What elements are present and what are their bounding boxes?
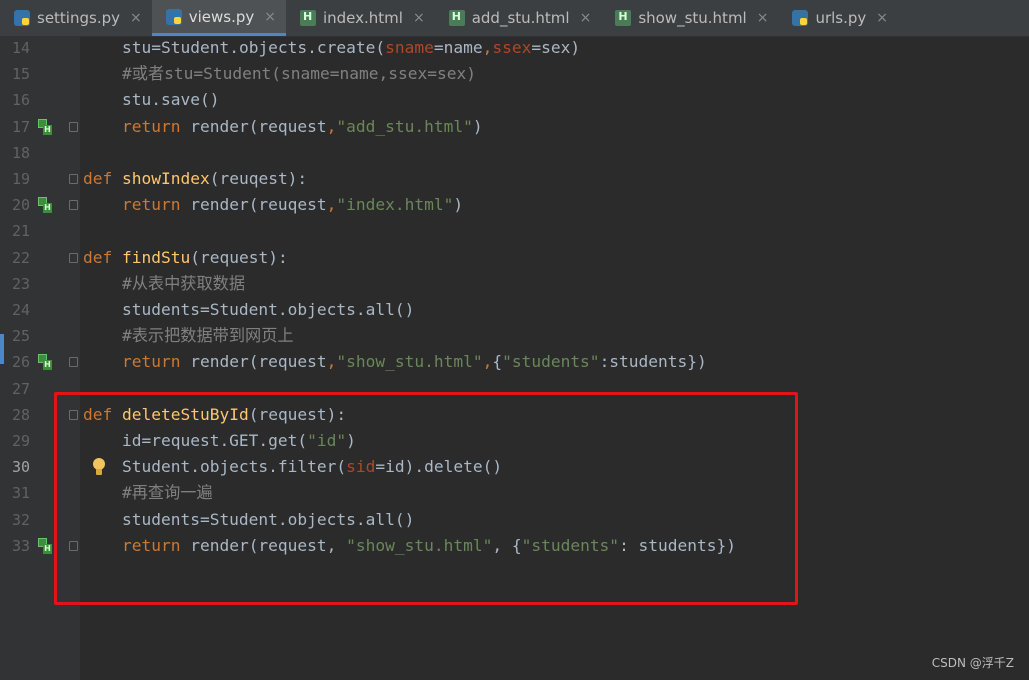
code-line[interactable]: 24 students=Student.objects.all() (0, 297, 1029, 323)
python-file-icon (165, 8, 182, 25)
tab-label: settings.py (37, 9, 120, 27)
line-number: 33 (11, 536, 30, 555)
tab-settings-py[interactable]: settings.py × (0, 0, 152, 36)
code-line[interactable]: 25 #表示把数据带到网页上 (0, 323, 1029, 349)
line-number: 14 (11, 39, 30, 57)
close-icon[interactable]: × (264, 9, 276, 25)
code-line[interactable]: 14 stu=Student.objects.create(sname=name… (0, 35, 1029, 61)
line-number: 25 (11, 327, 30, 346)
close-icon[interactable]: × (130, 10, 142, 26)
line-number: 15 (11, 65, 30, 84)
python-file-icon (792, 10, 809, 26)
tab-urls-py[interactable]: urls.py × (778, 0, 898, 36)
code-line[interactable]: 22 def findStu(request): (0, 245, 1029, 271)
line-number: 24 (11, 301, 30, 319)
tab-label: add_stu.html (471, 9, 570, 27)
close-icon[interactable]: × (757, 10, 769, 26)
code-line[interactable]: 16 stu.save() (0, 87, 1029, 113)
tab-add_stu-html[interactable]: add_stu.html × (435, 0, 602, 36)
fold-marker-icon[interactable] (69, 121, 78, 132)
close-icon[interactable]: × (876, 10, 888, 26)
line-number: 22 (11, 248, 30, 267)
editor-tab-bar: settings.py×views.py×index.html×add_stu.… (0, 0, 1029, 37)
code-line[interactable]: 19 def showIndex(reuqest): (0, 166, 1029, 192)
html-template-gutter-icon[interactable]: H (38, 537, 52, 554)
code-text: return render(request,"show_stu.html",{"… (121, 352, 707, 372)
line-number: 23 (11, 274, 30, 293)
line-number: 17 (11, 117, 30, 136)
line-number: 27 (11, 379, 30, 398)
code-text: def findStu(request): (83, 247, 288, 267)
code-text: stu.save() (83, 90, 220, 110)
line-number: 29 (11, 432, 30, 450)
line-number: 31 (11, 484, 30, 503)
tab-label: views.py (188, 7, 255, 26)
python-file-icon (14, 10, 30, 26)
html-file-icon (615, 10, 632, 26)
tab-show_stu-html[interactable]: show_stu.html × (601, 0, 778, 36)
line-number: 16 (11, 91, 30, 110)
code-line[interactable]: 21 (0, 218, 1029, 244)
tab-label: show_stu.html (638, 9, 747, 27)
line-number: 32 (11, 510, 30, 529)
code-text: stu=Student.objects.create(sname=name,ss… (83, 38, 581, 57)
code-line[interactable]: 15 #或者stu=Student(sname=name,ssex=sex) (0, 61, 1029, 87)
tab-index-html[interactable]: index.html × (286, 0, 435, 36)
line-number: 19 (11, 170, 30, 188)
html-template-gutter-icon[interactable]: H (38, 354, 52, 371)
tab-views-py[interactable]: views.py × (151, 0, 286, 36)
line-number: 21 (11, 222, 30, 241)
code-text: #表示把数据带到网页上 (83, 326, 294, 346)
code-line[interactable]: 17 H return render(request,"add_stu.html"… (0, 114, 1029, 140)
line-number: 26 (11, 353, 30, 372)
line-number: 30 (11, 458, 30, 477)
code-text: def showIndex(reuqest): (83, 169, 308, 188)
close-icon[interactable]: × (413, 10, 425, 26)
html-template-gutter-icon[interactable]: H (38, 197, 52, 214)
code-text: return render(request,"add_stu.html") (121, 116, 483, 136)
watermark: CSDN @浮千Z (931, 656, 1014, 670)
code-line[interactable]: 26 H return render(request,"show_stu.html… (0, 349, 1029, 375)
code-line[interactable]: 18 (0, 140, 1029, 166)
line-number: 28 (11, 405, 30, 424)
code-text: students=Student.objects.all() (83, 300, 415, 319)
code-text: #或者stu=Student(sname=name,ssex=sex) (83, 64, 476, 84)
highlight-box (54, 392, 798, 605)
tab-label: index.html (322, 9, 403, 27)
code-line[interactable]: 23 #从表中获取数据 (0, 271, 1029, 297)
line-number: 20 (11, 196, 30, 215)
close-icon[interactable]: × (580, 10, 592, 26)
tab-label: urls.py (815, 9, 867, 27)
code-line[interactable]: 20 H return render(reuqest,"index.html") (0, 192, 1029, 218)
fold-marker-icon[interactable] (69, 200, 78, 211)
code-text: #从表中获取数据 (83, 273, 246, 293)
fold-marker-icon[interactable] (69, 357, 78, 368)
line-number: 18 (11, 143, 30, 162)
code-text: return render(reuqest,"index.html") (121, 195, 464, 215)
fold-marker-icon[interactable] (69, 174, 78, 184)
html-template-gutter-icon[interactable]: H (38, 118, 52, 135)
html-file-icon (299, 10, 316, 26)
fold-marker-icon[interactable] (69, 252, 78, 263)
html-file-icon (448, 10, 465, 26)
